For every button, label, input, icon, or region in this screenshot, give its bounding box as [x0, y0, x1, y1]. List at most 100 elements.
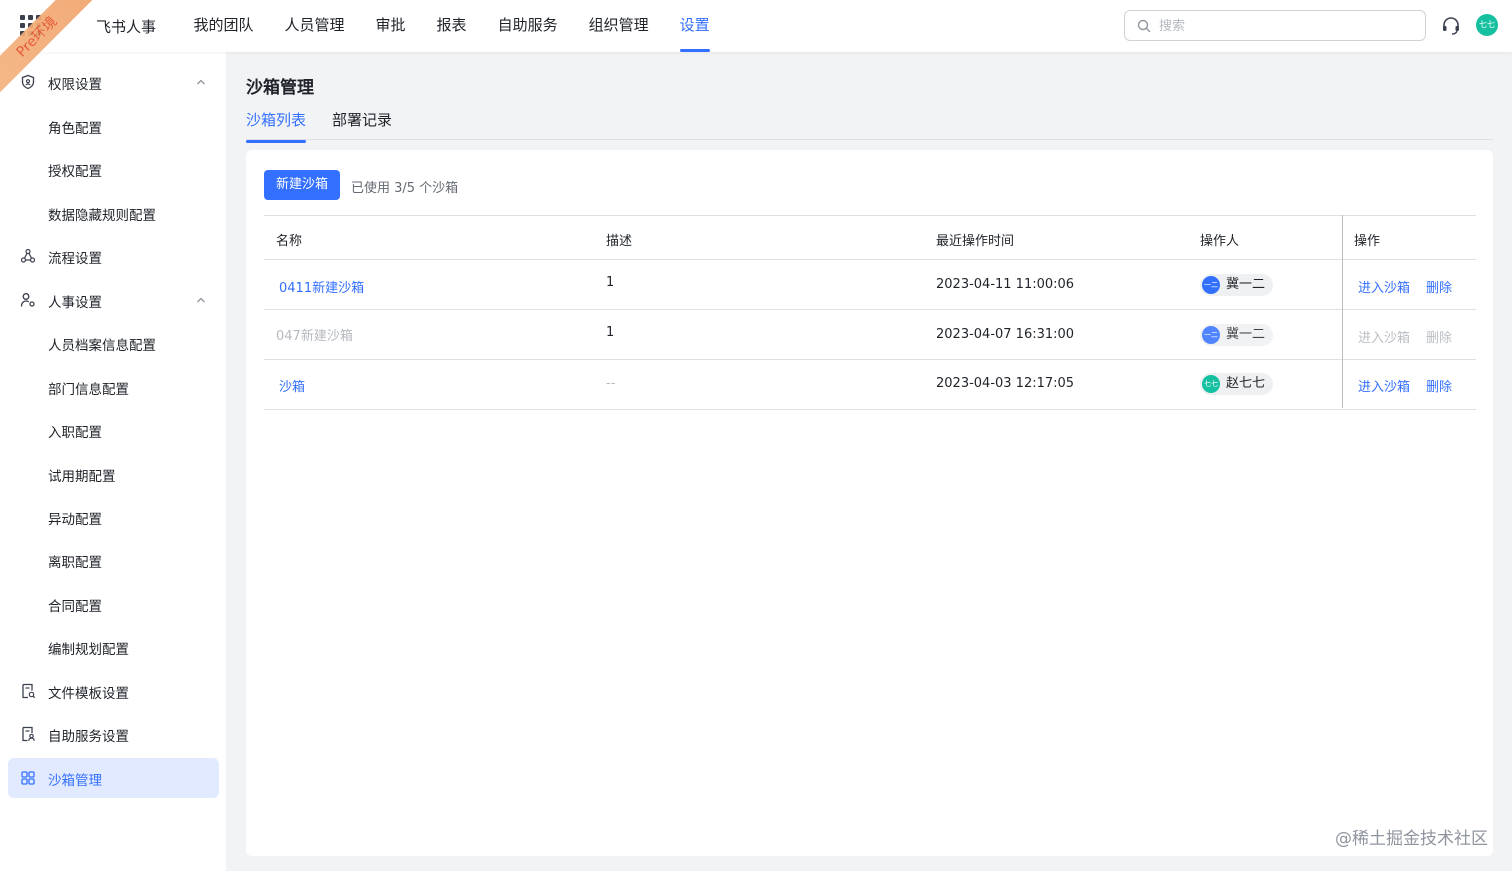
user-avatar[interactable]: 七七 — [1476, 14, 1498, 36]
sidebar-item-transfer-config[interactable]: 异动配置 — [8, 497, 219, 537]
last-operated-time: 2023-04-07 16:31:00 — [936, 327, 1075, 342]
sidebar-item-label: 数据隐藏规则配置 — [48, 208, 156, 224]
enter-sandbox-link[interactable]: 进入沙箱 — [1358, 277, 1410, 296]
nav-tab-approval[interactable]: 审批 — [360, 0, 421, 52]
nav-tab-org[interactable]: 组织管理 — [573, 0, 664, 52]
sidebar-item-workflow[interactable]: 流程设置 — [8, 236, 219, 276]
avatar: 一二 — [1202, 276, 1220, 294]
sidebar-item-label: 合同配置 — [48, 599, 102, 615]
column-header-operator: 操作人 — [1200, 234, 1240, 249]
sidebar-item-label: 沙箱管理 — [48, 773, 102, 789]
sidebar-item-label: 自助服务设置 — [48, 729, 129, 745]
sidebar-item-role-config[interactable]: 角色配置 — [8, 106, 219, 146]
delete-link-disabled: 删除 — [1426, 331, 1453, 346]
table-header: 名称 描述 最近操作时间 操作人 操作 — [264, 215, 1476, 260]
sandbox-name-disabled: 047新建沙箱 — [276, 329, 353, 344]
user-settings-icon — [20, 293, 35, 307]
search-icon — [1137, 19, 1151, 33]
chevron-up-icon[interactable] — [195, 76, 207, 88]
sidebar-item-label: 人员档案信息配置 — [48, 338, 156, 354]
sidebar-item-data-masking-config[interactable]: 数据隐藏规则配置 — [8, 193, 219, 233]
delete-link[interactable]: 删除 — [1426, 376, 1452, 395]
column-header-actions: 操作 — [1354, 234, 1381, 249]
sidebar-item-label: 角色配置 — [48, 121, 102, 137]
tab-bar: 沙箱列表 部署记录 — [246, 104, 1493, 143]
enter-sandbox-link-disabled: 进入沙箱 — [1358, 331, 1411, 346]
avatar: 一二 — [1202, 326, 1220, 344]
operator-chip: 一二 冀一二 — [1200, 274, 1274, 296]
nav-tab-personnel[interactable]: 人员管理 — [269, 0, 360, 52]
chevron-up-icon[interactable] — [195, 294, 207, 306]
page-title: 沙箱管理 — [246, 78, 314, 98]
avatar: 七七 — [1202, 375, 1220, 393]
search-input[interactable] — [1159, 16, 1409, 36]
sidebar-item-label: 异动配置 — [48, 512, 102, 528]
sidebar-item-label: 人事设置 — [48, 295, 102, 311]
column-header-description: 描述 — [606, 234, 633, 249]
operator-name: 赵七七 — [1226, 376, 1266, 391]
nav-tab-my-team[interactable]: 我的团队 — [178, 0, 269, 52]
sandbox-table: 名称 描述 最近操作时间 操作人 操作 0411新建沙箱 1 2023-04-1… — [264, 215, 1476, 410]
sandbox-usage-text: 已使用 3/5 个沙箱 — [351, 181, 459, 196]
sidebar-item-department-config[interactable]: 部门信息配置 — [8, 367, 219, 407]
sidebar-item-file-templates[interactable]: 文件模板设置 — [8, 671, 219, 711]
delete-link[interactable]: 删除 — [1426, 277, 1452, 296]
grid-icon — [21, 771, 35, 785]
sidebar-item-label: 权限设置 — [48, 77, 102, 93]
search-box[interactable] — [1124, 10, 1426, 41]
sidebar-item-label: 编制规划配置 — [48, 642, 129, 658]
table-row: 047新建沙箱 1 2023-04-07 16:31:00 一二 冀一二 进入沙… — [264, 310, 1476, 360]
sidebar-item-probation-config[interactable]: 试用期配置 — [8, 454, 219, 494]
headset-icon[interactable] — [1440, 15, 1462, 37]
operator-chip: 一二 冀一二 — [1200, 324, 1274, 346]
sidebar-item-employee-profile-config[interactable]: 人员档案信息配置 — [8, 323, 219, 363]
sandbox-description: 1 — [606, 325, 615, 340]
operator-name: 冀一二 — [1226, 327, 1266, 342]
sandbox-list-card: 新建沙箱 已使用 3/5 个沙箱 名称 描述 最近操作时间 操作人 操作 041… — [246, 150, 1493, 856]
column-header-name: 名称 — [276, 234, 303, 249]
enter-sandbox-link[interactable]: 进入沙箱 — [1358, 376, 1410, 395]
sidebar-item-permissions[interactable]: 权限设置 — [8, 62, 219, 102]
last-operated-time: 2023-04-03 12:17:05 — [936, 376, 1075, 391]
top-bar: 飞书人事 我的团队 人员管理 审批 报表 自助服务 组织管理 设置 七七 — [0, 0, 1512, 52]
self-service-icon — [22, 726, 35, 742]
sandbox-name-link[interactable]: 0411新建沙箱 — [279, 277, 364, 296]
sandbox-description: 1 — [606, 275, 615, 290]
tab-deploy-records[interactable]: 部署记录 — [332, 109, 392, 130]
nav-tab-settings[interactable]: 设置 — [664, 0, 725, 52]
sidebar-item-hr-settings[interactable]: 人事设置 — [8, 280, 219, 320]
sidebar: 权限设置 角色配置 授权配置 数据隐藏规则配置 流程设置 人事设置 人员档案信息… — [0, 52, 226, 871]
sidebar-item-label: 入职配置 — [48, 425, 102, 441]
table-row: 沙箱 -- 2023-04-03 12:17:05 七七 赵七七 进入沙箱 删除 — [264, 360, 1476, 410]
sidebar-item-onboarding-config[interactable]: 入职配置 — [8, 410, 219, 450]
file-template-icon — [22, 683, 36, 699]
nav-tab-reports[interactable]: 报表 — [421, 0, 482, 52]
shield-icon — [21, 74, 35, 90]
table-row: 0411新建沙箱 1 2023-04-11 11:00:06 一二 冀一二 进入… — [264, 260, 1476, 310]
sidebar-item-label: 试用期配置 — [48, 469, 116, 485]
sidebar-item-authorization-config[interactable]: 授权配置 — [8, 149, 219, 189]
sandbox-description: -- — [606, 376, 616, 391]
tab-sandbox-list[interactable]: 沙箱列表 — [246, 109, 307, 143]
sidebar-item-headcount-planning-config[interactable]: 编制规划配置 — [8, 627, 219, 667]
nav-tab-self-service[interactable]: 自助服务 — [482, 0, 573, 52]
last-operated-time: 2023-04-11 11:00:06 — [936, 277, 1075, 292]
column-header-last-operated: 最近操作时间 — [936, 234, 1015, 249]
sidebar-item-label: 授权配置 — [48, 164, 102, 180]
top-navigation: 我的团队 人员管理 审批 报表 自助服务 组织管理 设置 — [178, 0, 725, 52]
sidebar-item-label: 部门信息配置 — [48, 382, 129, 398]
workflow-icon — [20, 248, 36, 263]
operator-chip: 七七 赵七七 — [1200, 373, 1274, 395]
new-sandbox-button[interactable]: 新建沙箱 — [264, 170, 340, 200]
sidebar-item-contract-config[interactable]: 合同配置 — [8, 584, 219, 624]
sidebar-item-self-service-settings[interactable]: 自助服务设置 — [8, 714, 219, 754]
sandbox-name-link[interactable]: 沙箱 — [279, 376, 305, 395]
sidebar-item-sandbox-management[interactable]: 沙箱管理 — [8, 758, 219, 798]
sidebar-item-offboarding-config[interactable]: 离职配置 — [8, 540, 219, 580]
sidebar-item-label: 文件模板设置 — [48, 686, 129, 702]
fixed-column-divider — [1342, 215, 1343, 408]
app-title: 飞书人事 — [96, 18, 157, 36]
sidebar-item-label: 流程设置 — [48, 251, 102, 267]
sidebar-item-label: 离职配置 — [48, 555, 102, 571]
operator-name: 冀一二 — [1226, 277, 1266, 292]
